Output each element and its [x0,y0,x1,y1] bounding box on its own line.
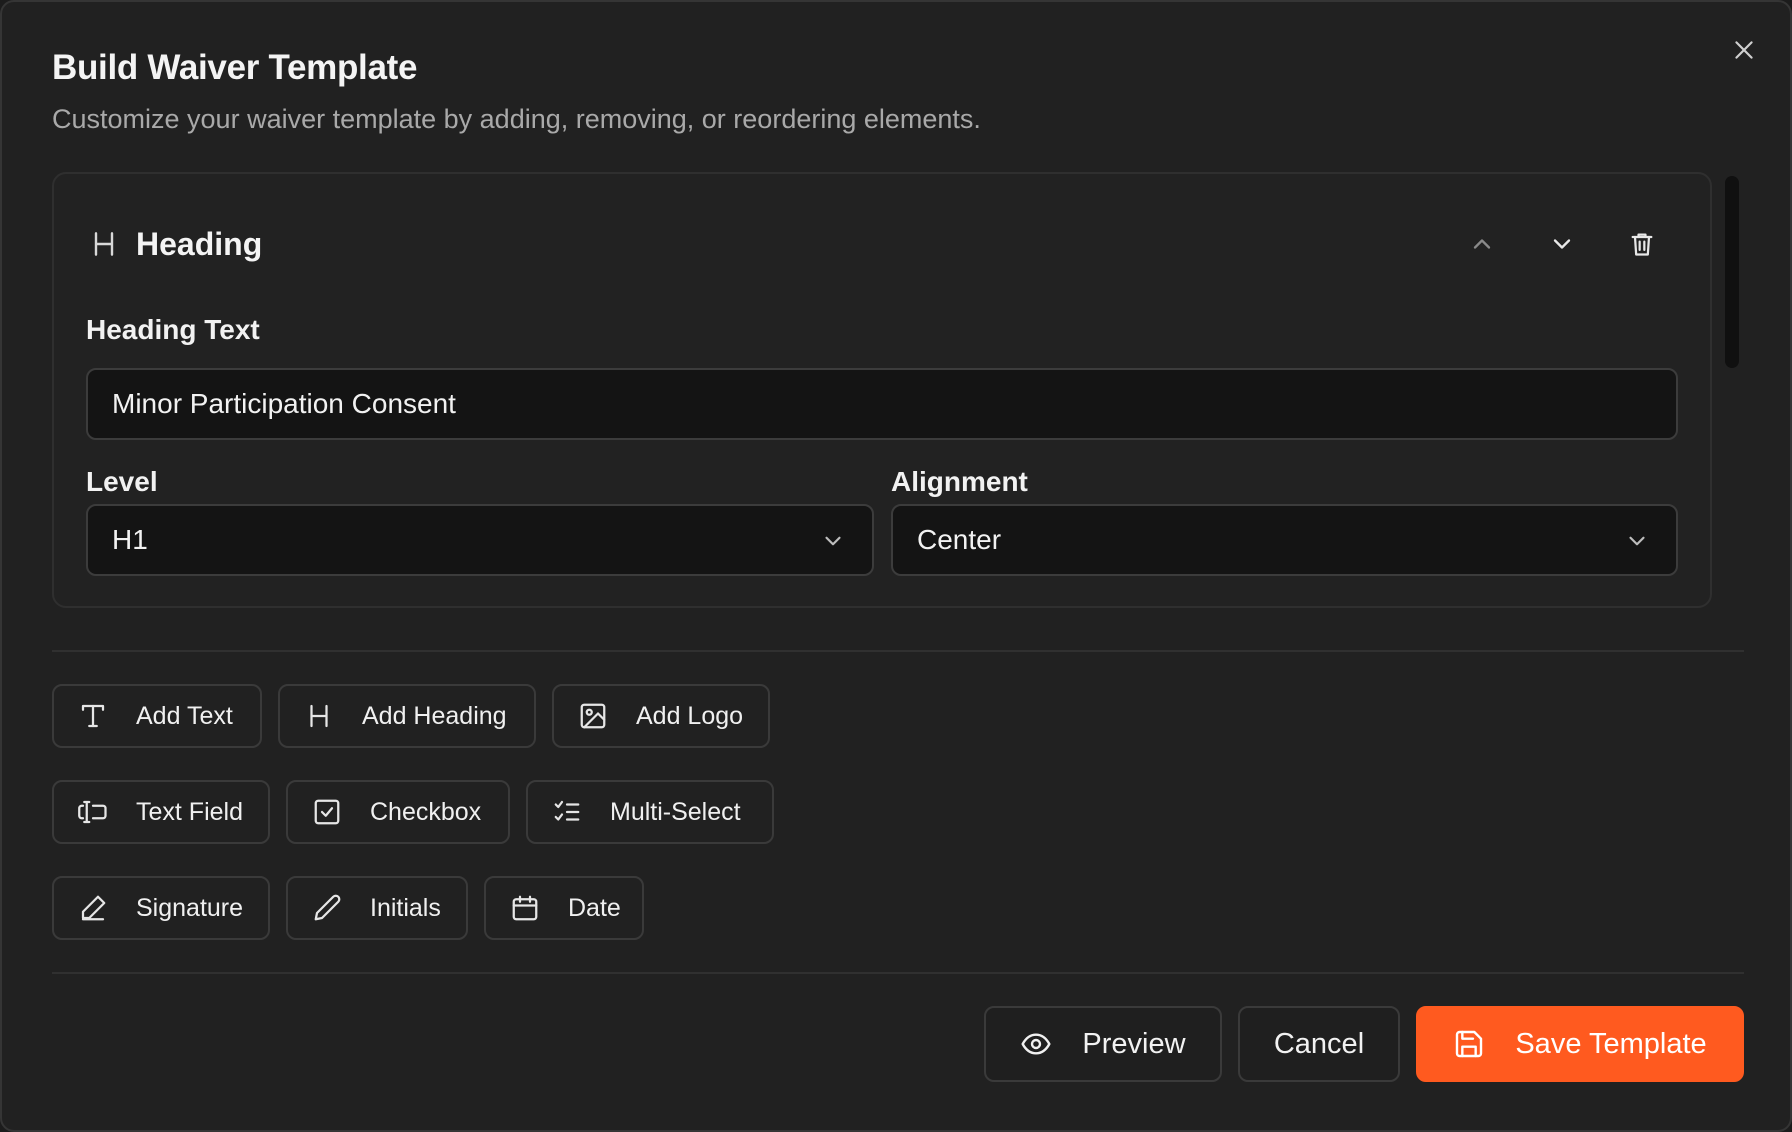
signature-button[interactable]: Signature [52,876,270,940]
save-template-button[interactable]: Save Template [1416,1006,1744,1082]
preview-button[interactable]: Preview [984,1006,1222,1082]
divider [52,650,1744,652]
list-checks-icon [554,800,580,821]
add-text-button[interactable]: Add Text [52,684,262,748]
alignment-select-value: Center [917,524,1002,555]
close-button[interactable] [1726,32,1762,68]
text-field-label: Text Field [136,797,243,826]
heading-icon [310,704,328,728]
checkbox-label: Checkbox [370,797,482,826]
eye-icon [1021,1033,1051,1055]
date-label: Date [568,893,621,922]
trash-icon [1631,233,1653,256]
chevron-up-icon [1473,239,1491,249]
alignment-select[interactable]: Center [891,504,1678,576]
image-icon [580,703,606,729]
dialog-subtitle: Customize your waiver template by adding… [52,104,981,134]
chevron-down-icon [825,536,841,546]
chevron-down-icon [1629,536,1645,546]
level-select[interactable]: H1 [86,504,874,576]
initials-label: Initials [370,893,441,922]
checkbox-button[interactable]: Checkbox [286,780,510,844]
heading-element-card: Heading Heading Text Level H1 [52,172,1712,608]
add-heading-label: Add Heading [362,701,507,730]
signature-label: Signature [136,893,244,922]
initials-button[interactable]: Initials [286,876,468,940]
text-field-button[interactable]: Text Field [52,780,270,844]
element-type-title: Heading [136,226,263,262]
chevron-down-icon [1553,239,1571,249]
level-label: Level [86,466,158,497]
add-text-label: Add Text [136,701,233,730]
multi-select-label: Multi-Select [610,797,741,826]
checkbox-icon [314,799,340,825]
add-heading-button[interactable]: Add Heading [278,684,536,748]
cancel-label: Cancel [1273,1027,1365,1060]
close-icon [1735,41,1753,59]
alignment-label: Alignment [891,466,1028,497]
heading-text-input[interactable] [86,368,1678,440]
heading-icon [94,232,114,256]
build-waiver-template-dialog: Build Waiver Template Customize your wai… [0,0,1792,1132]
move-up-button[interactable] [1456,218,1508,270]
add-logo-label: Add Logo [636,701,744,730]
dialog-title: Build Waiver Template [52,48,418,87]
add-logo-button[interactable]: Add Logo [552,684,770,748]
save-template-label: Save Template [1515,1027,1707,1060]
multi-select-button[interactable]: Multi-Select [526,780,774,844]
calendar-icon [512,895,538,921]
signature-pen-icon [81,895,106,921]
save-icon [1456,1030,1483,1058]
pencil-icon [314,894,341,921]
move-down-button[interactable] [1536,218,1588,270]
delete-element-button[interactable] [1616,218,1668,270]
preview-label: Preview [1082,1027,1186,1060]
level-select-value: H1 [112,524,148,555]
scrollbar-thumb[interactable] [1725,176,1739,368]
cancel-button[interactable]: Cancel [1238,1006,1400,1082]
text-type-icon [81,704,105,728]
divider [52,972,1744,974]
date-button[interactable]: Date [484,876,644,940]
heading-text-label: Heading Text [86,314,260,345]
text-cursor-input-icon [78,800,107,824]
